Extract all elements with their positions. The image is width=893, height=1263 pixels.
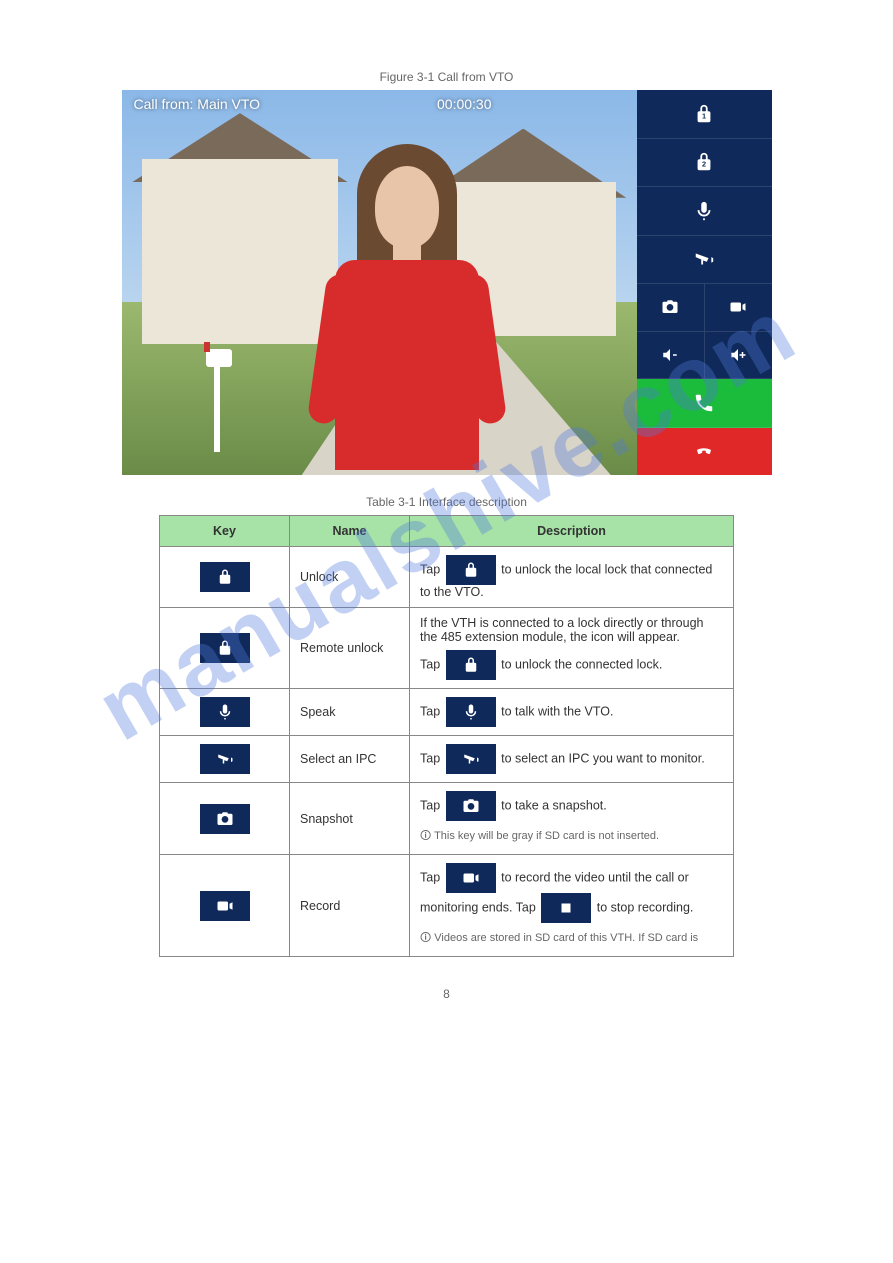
unlock1-button[interactable]: 1 [637,90,772,139]
unlock2-chip [200,633,250,663]
ipc-chip-inline [446,744,496,774]
answer-button[interactable] [637,379,772,428]
row-name: Snapshot [290,783,410,855]
phone-hangup-icon [693,440,715,462]
svg-text:2: 2 [702,160,706,169]
row-desc: Tap to take a snapshot. 🛈 This key will … [410,783,734,855]
camera-cctv-icon [462,750,480,768]
volume-up-icon [729,346,747,364]
col-header-key: Key [160,516,290,547]
page-number: 8 [50,987,843,1001]
row-name: Remote unlock [290,608,410,689]
video-icon [462,869,480,887]
unlock1-icon: 1 [693,103,715,125]
vth-call-screen: Call from: Main VTO 00:00:30 1 2 [122,90,772,475]
mic-icon [693,200,715,222]
unlock2-button[interactable]: 2 [637,139,772,188]
row-desc: Tap to unlock the local lock that connec… [410,547,734,608]
unlock1-chip-inline [446,555,496,585]
description-table: Key Name Description Unlock Tap to unloc… [159,515,734,957]
record-chip-inline [446,863,496,893]
mic-chip [200,697,250,727]
camera-icon [462,797,480,815]
svg-text:1: 1 [702,111,706,120]
stop-chip-inline [541,893,591,923]
row-desc: Tap to talk with the VTO. [410,689,734,736]
video-feed: Call from: Main VTO 00:00:30 [122,90,637,475]
call-timer: 00:00:30 [437,96,492,112]
row-name: Record [290,855,410,957]
stop-icon [557,899,575,917]
call-from-label: Call from: Main VTO [134,96,261,112]
row-desc: Tap to select an IPC you want to monitor… [410,736,734,783]
unlock1-chip [200,562,250,592]
table-row: Select an IPC Tap to select an IPC you w… [160,736,734,783]
unlock2-icon [216,639,234,657]
mic-icon [462,703,480,721]
camera-icon [661,298,679,316]
table-row: Record Tap to record the video until the… [160,855,734,957]
unlock1-icon [462,561,480,579]
figure-label: Figure 3-1 Call from VTO [50,70,843,84]
snapshot-chip [200,804,250,834]
camera-cctv-icon [693,248,715,270]
call-sidebar: 1 2 [637,90,772,475]
record-button[interactable] [704,284,772,332]
table-row: Speak Tap to talk with the VTO. [160,689,734,736]
volume-up-button[interactable] [704,332,772,380]
mic-icon [216,703,234,721]
speak-button[interactable] [637,187,772,236]
table-row: Remote unlock If the VTH is connected to… [160,608,734,689]
unlock1-icon [216,568,234,586]
video-icon [729,298,747,316]
volume-down-icon [661,346,679,364]
row-name: Unlock [290,547,410,608]
video-icon [216,897,234,915]
camera-icon [216,810,234,828]
row-desc: If the VTH is connected to a lock direct… [410,608,734,689]
camera-cctv-icon [216,750,234,768]
unlock2-icon: 2 [693,151,715,173]
row-name: Select an IPC [290,736,410,783]
col-header-desc: Description [410,516,734,547]
row-desc: Tap to record the video until the call o… [410,855,734,957]
col-header-name: Name [290,516,410,547]
table-label: Table 3-1 Interface description [50,495,843,509]
mic-chip-inline [446,697,496,727]
row-name: Speak [290,689,410,736]
volume-down-button[interactable] [637,332,704,380]
unlock2-icon [462,656,480,674]
phone-answer-icon [693,392,715,414]
table-row: Snapshot Tap to take a snapshot. 🛈 This … [160,783,734,855]
select-ipc-button[interactable] [637,236,772,285]
hangup-button[interactable] [637,428,772,476]
ipc-chip [200,744,250,774]
snapshot-button[interactable] [637,284,704,332]
record-chip [200,891,250,921]
table-row: Unlock Tap to unlock the local lock that… [160,547,734,608]
unlock2-chip-inline [446,650,496,680]
snapshot-chip-inline [446,791,496,821]
